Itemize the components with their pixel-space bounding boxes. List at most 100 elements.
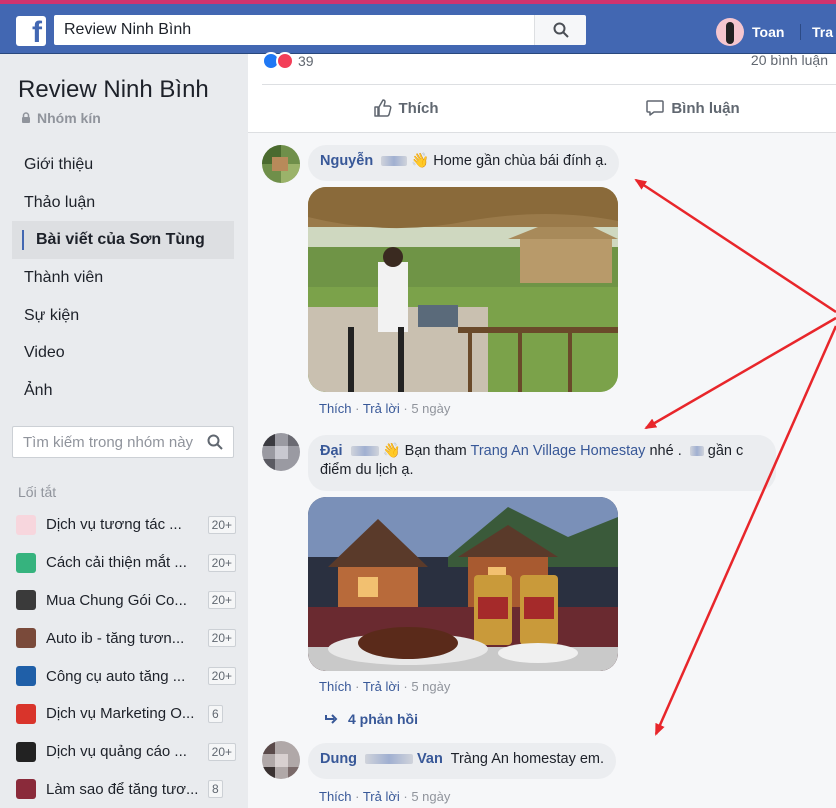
nav-item-label: Thảo luận [24, 193, 96, 211]
comment-text: Home gần chùa bái đính ạ. [433, 153, 608, 169]
search-button[interactable] [534, 15, 586, 45]
shortcut-count-badge: 20+ [207, 591, 236, 610]
group-title[interactable]: Review Ninh Bình [18, 76, 209, 104]
top-navigation-bar: f Toan Tra [0, 4, 836, 54]
replies-count: 4 phản hồi [348, 711, 418, 727]
comment-reply-link[interactable]: Trả lời [363, 401, 400, 416]
search-icon[interactable] [207, 434, 223, 450]
shortcut-item[interactable]: Dịch vụ Marketing O... 6 [16, 695, 236, 733]
commenter-avatar[interactable] [262, 741, 300, 779]
reaction-summary[interactable]: 39 20 bình luận [262, 52, 832, 70]
nav-item-photos[interactable]: Ảnh [12, 372, 234, 410]
shortcut-item[interactable]: Làm sao để tăng tươ... 8 [16, 771, 236, 808]
shortcut-count-badge: 20+ [207, 742, 236, 761]
shortcut-label: Công cụ auto tăng ... [46, 667, 186, 685]
shortcut-item[interactable]: Công cụ auto tăng ... 20+ [16, 657, 236, 695]
shortcut-group-icon [16, 590, 36, 611]
comment-button-label: Bình luận [671, 99, 740, 117]
shortcut-label: Cách cải thiện mắt ... [46, 554, 187, 572]
commenter-avatar[interactable] [262, 433, 300, 471]
comment-reply-link[interactable]: Trả lời [363, 789, 400, 804]
comment-like-link[interactable]: Thích [319, 789, 352, 804]
comment-text: điểm du lịch ạ. [320, 462, 414, 478]
commenter-name[interactable]: Dung [320, 751, 357, 767]
facebook-logo-icon[interactable]: f [16, 16, 46, 49]
comment-meta: Thích · Trả lời · 5 ngày [319, 789, 451, 804]
shortcut-count-badge: 20+ [207, 667, 236, 686]
comment-time[interactable]: 5 ngày [411, 789, 450, 804]
shortcuts-heading: Lối tắt [18, 484, 57, 500]
nav-item-video[interactable]: Video [12, 334, 234, 372]
reaction-icons [262, 52, 294, 70]
group-privacy: Nhóm kín [20, 110, 101, 126]
shortcut-group-icon [16, 514, 36, 535]
nav-item-label: Video [24, 344, 65, 362]
shortcut-label: Dịch vụ quảng cáo ... [46, 743, 187, 761]
comment-meta: Thích · Trả lời · 5 ngày [319, 679, 451, 694]
page-mention-link[interactable]: Trang An Village Homestay [471, 443, 646, 459]
left-sidebar: Review Ninh Bình Nhóm kín Giới thiệu Thả… [0, 54, 248, 808]
wave-icon: 👋 [411, 153, 430, 169]
comment-reply-link[interactable]: Trả lời [363, 679, 400, 694]
shortcut-count-badge: 8 [208, 780, 223, 799]
comment-time[interactable]: 5 ngày [411, 679, 450, 694]
blurred-text [689, 446, 704, 457]
like-button[interactable]: Thích [262, 85, 549, 131]
shortcut-group-icon [16, 703, 36, 724]
shortcut-group-icon [16, 552, 36, 573]
shortcut-group-icon [16, 741, 36, 762]
commenter-name[interactable]: Nguyễn [320, 153, 373, 169]
search-input[interactable] [54, 15, 534, 45]
view-replies-link[interactable]: 4 phản hồi [324, 711, 418, 727]
shortcut-item[interactable]: Dịch vụ quảng cáo ... 20+ [16, 733, 236, 771]
comment-text: gần c [707, 443, 744, 459]
shortcuts-list: Dịch vụ tương tác ... 20+ Cách cải thiện … [16, 506, 236, 808]
shortcut-item[interactable]: Auto ib - tăng tươn... 20+ [16, 619, 236, 657]
group-search-box [12, 426, 234, 458]
shortcut-item[interactable]: Mua Chung Gói Co... 20+ [16, 582, 236, 620]
nav-item-label: Giới thiệu [24, 155, 94, 173]
comment-photo[interactable] [308, 497, 618, 671]
comment-button[interactable]: Bình luận [549, 85, 836, 131]
comment-text: nhé . [649, 443, 686, 459]
shortcut-label: Dịch vụ Marketing O... [46, 705, 195, 723]
lock-icon [22, 112, 30, 123]
blurred-name [381, 156, 408, 167]
comment-icon [646, 100, 665, 116]
comment-like-link[interactable]: Thích [319, 401, 352, 416]
commenter-avatar[interactable] [262, 145, 300, 183]
nav-item-discussion[interactable]: Thảo luận [12, 184, 234, 222]
commenter-name-end[interactable]: Van [417, 751, 443, 767]
profile-name: Toan [752, 24, 785, 40]
comment-count[interactable]: 20 bình luận [751, 52, 828, 68]
commenter-name[interactable]: Đại [320, 443, 343, 459]
reaction-count: 39 [298, 53, 314, 69]
shortcut-label: Làm sao để tăng tươ... [46, 780, 199, 798]
nav-item-label: Thành viên [24, 268, 104, 286]
blurred-name [350, 446, 379, 457]
nav-item-label: Sự kiện [24, 306, 80, 324]
shortcut-item[interactable]: Cách cải thiện mắt ... 20+ [16, 544, 236, 582]
comment-photo[interactable] [308, 187, 618, 392]
profile-link[interactable]: Toan [716, 18, 784, 46]
shortcut-group-icon [16, 779, 36, 800]
shortcut-count-badge: 20+ [207, 553, 236, 572]
shortcut-item[interactable]: Dịch vụ tương tác ... 20+ [16, 506, 236, 544]
shortcut-label: Mua Chung Gói Co... [46, 591, 187, 609]
nav-link-next[interactable]: Tra [812, 24, 833, 40]
shortcut-count-badge: 20+ [207, 629, 236, 648]
avatar [716, 18, 744, 46]
nav-item-about[interactable]: Giới thiệu [12, 146, 234, 184]
wave-icon: 👋 [382, 443, 401, 459]
nav-item-events[interactable]: Sự kiện [12, 297, 234, 335]
shortcut-group-icon [16, 666, 36, 687]
group-search-input[interactable] [13, 427, 199, 457]
nav-item-posts-by-user[interactable]: Bài viết của Sơn Tùng [12, 221, 234, 260]
comment-like-link[interactable]: Thích [319, 679, 352, 694]
comment-time[interactable]: 5 ngày [411, 401, 450, 416]
comment-bubble: Dung Van Tràng An homestay em. [308, 743, 617, 779]
reply-arrow-icon [325, 714, 338, 724]
nav-item-members[interactable]: Thành viên [12, 259, 234, 297]
group-privacy-label: Nhóm kín [37, 110, 101, 126]
comment-bubble: Nguyễn 👋 Home gần chùa bái đính ạ. [308, 145, 620, 181]
